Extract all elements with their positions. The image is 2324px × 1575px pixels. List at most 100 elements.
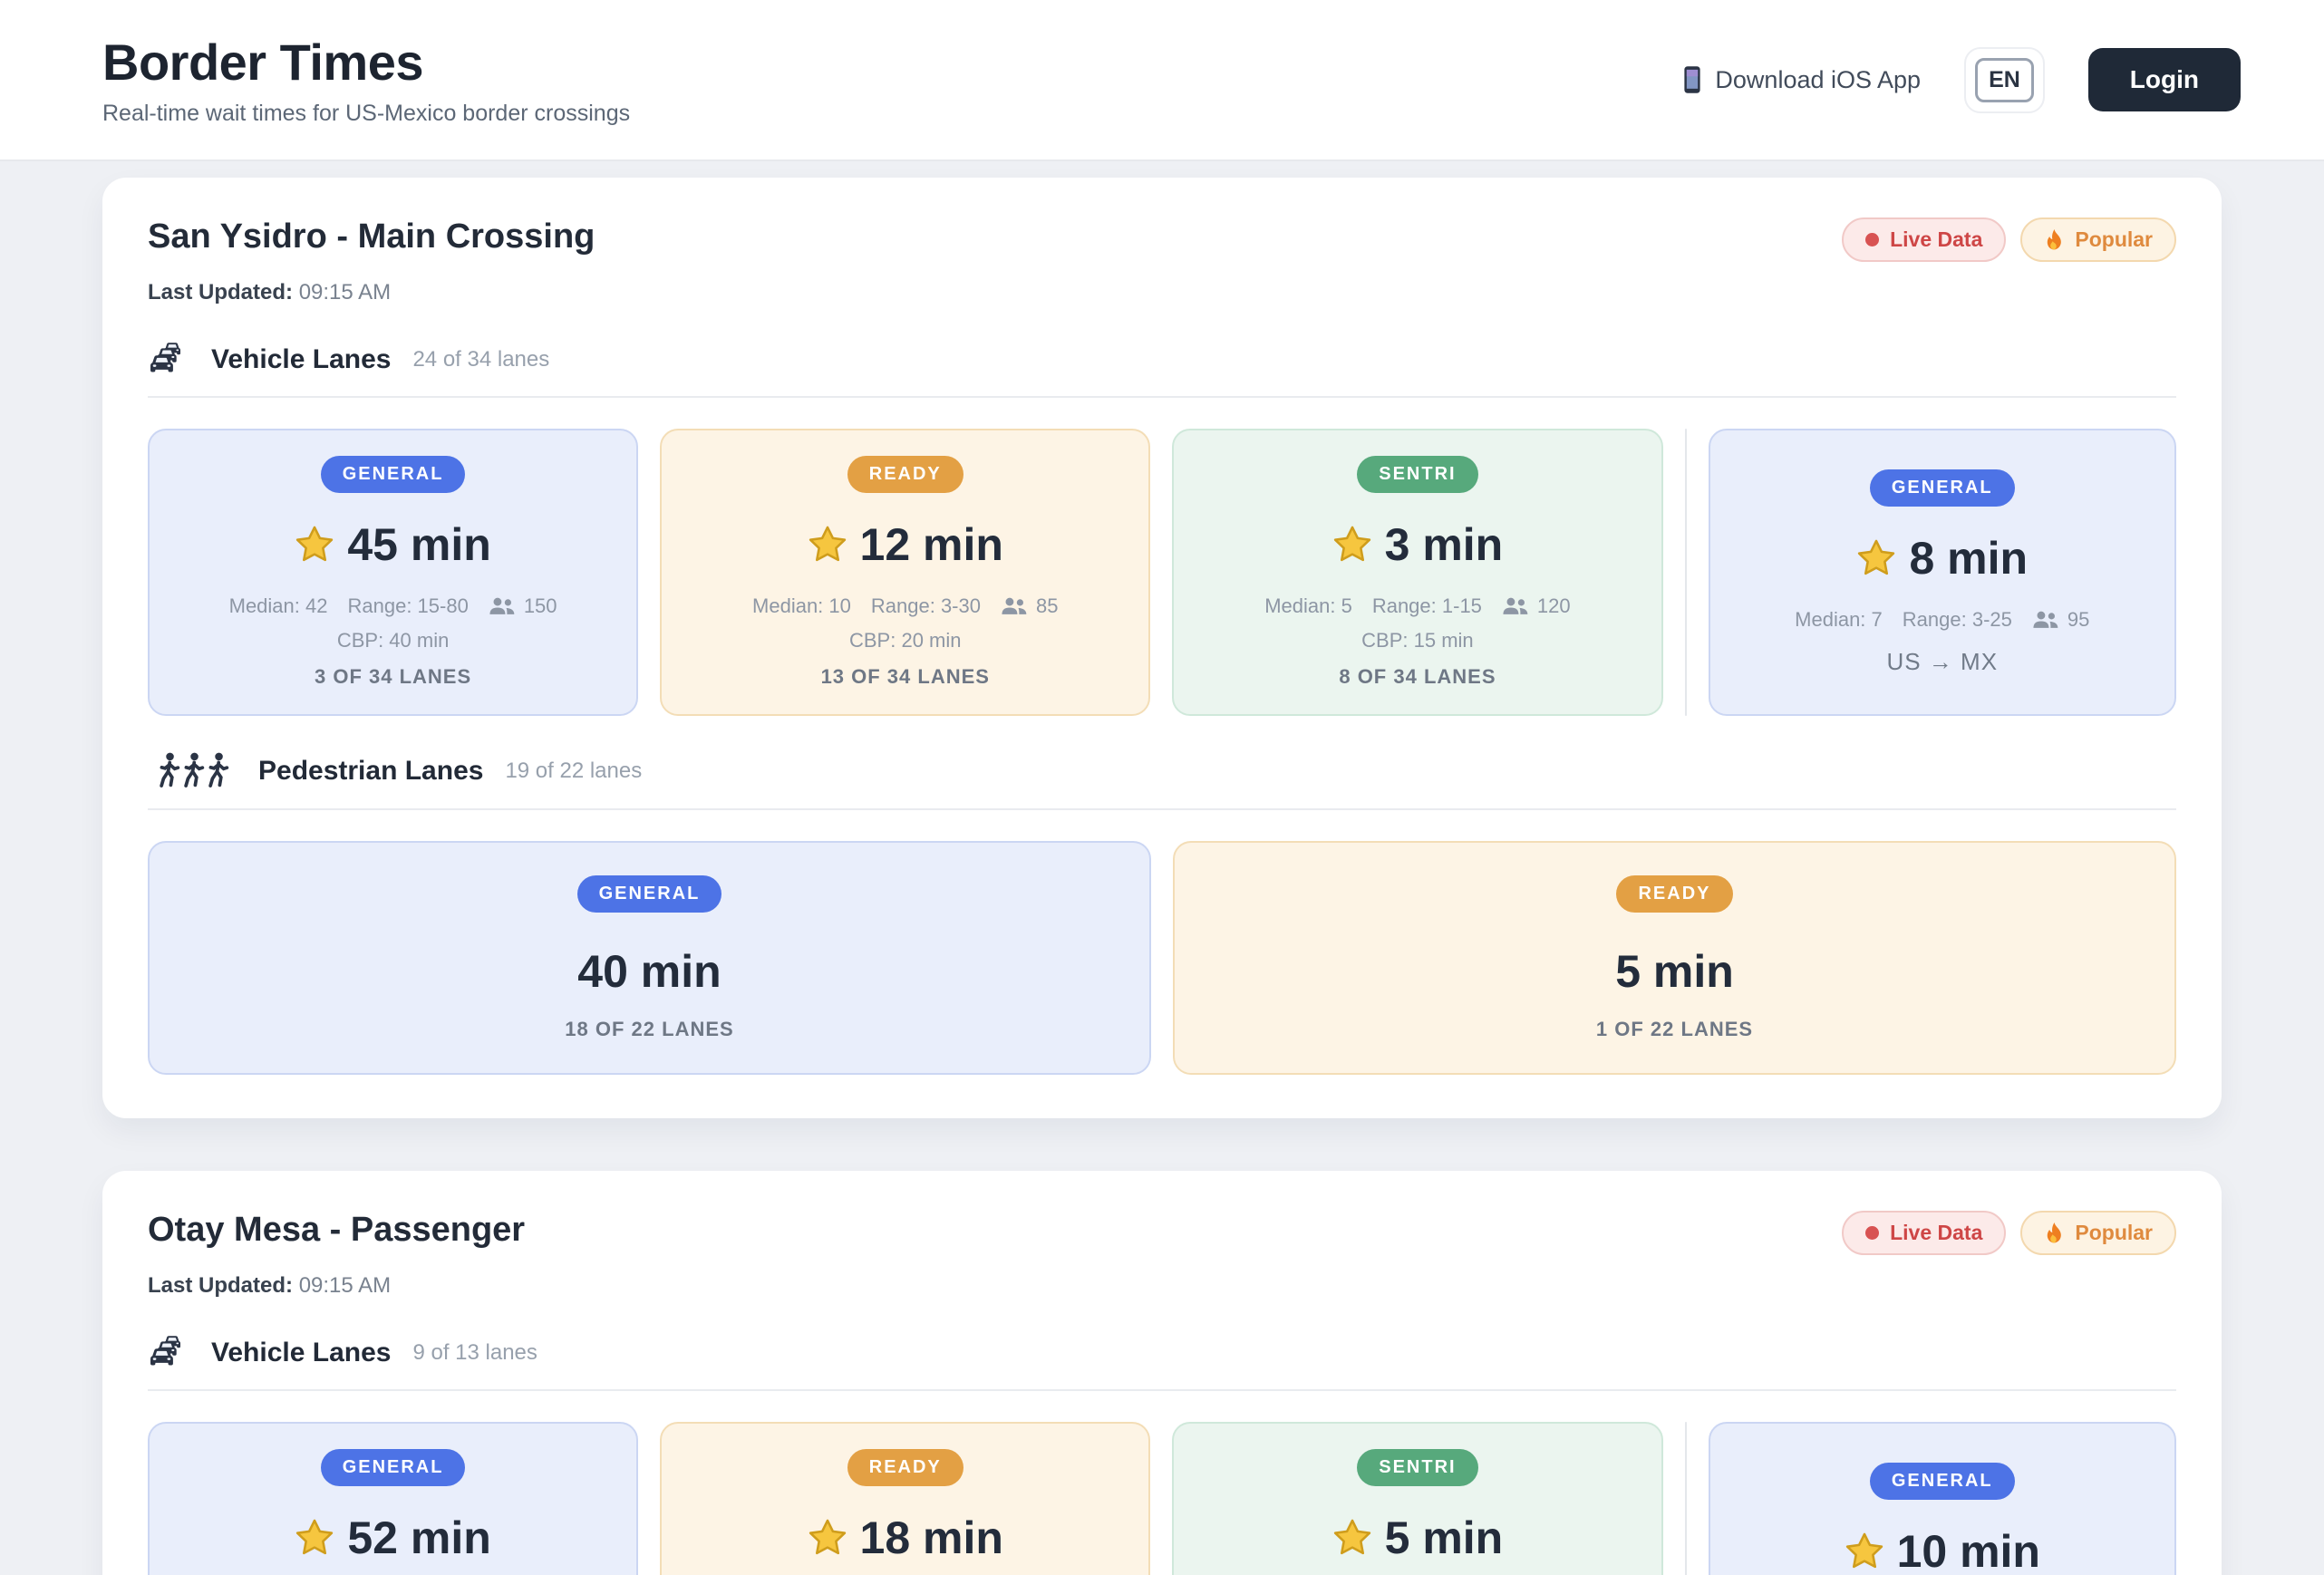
direction-divider	[1685, 429, 1687, 716]
popular-badge: Popular	[2020, 1211, 2176, 1255]
lane-type-badge: GENERAL	[577, 875, 722, 913]
wait-time: 52 min	[295, 1512, 490, 1564]
people-count-icon	[2032, 611, 2059, 629]
lane-type-badge: GENERAL	[1870, 1463, 2015, 1500]
median-stat: Median: 5	[1264, 594, 1352, 618]
pedestrian-lanes-section-header: Pedestrian Lanes 19 of 22 lanes	[148, 752, 2176, 790]
crossing-name: Otay Mesa - Passenger	[148, 1211, 525, 1250]
language-selector-button[interactable]: EN	[1964, 47, 2045, 113]
median-stat: Median: 42	[229, 594, 328, 618]
lane-card-ready: READY 18 min Median: 16 Range: 3-30 85 C…	[660, 1422, 1150, 1575]
direction-divider	[1685, 1422, 1687, 1575]
wait-time: 10 min	[1845, 1525, 2040, 1575]
section-title: Vehicle Lanes	[211, 344, 391, 375]
wait-time: 18 min	[808, 1512, 1003, 1564]
phone-icon	[1682, 65, 1702, 94]
lane-card-general: GENERAL 45 min Median: 42 Range: 15-80 1…	[148, 429, 638, 716]
cbp-time: CBP: 15 min	[1361, 629, 1474, 652]
crossing-header: Otay Mesa - Passenger Live Data Popular	[148, 1211, 2176, 1255]
people-count-icon	[1001, 597, 1028, 615]
popular-badge: Popular	[2020, 217, 2176, 262]
car-queue-icon	[148, 342, 195, 378]
last-updated: Last Updated: 09:15 AM	[148, 1273, 2176, 1299]
lane-card-general: GENERAL 52 min Median: 49 Range: 15-80 1…	[148, 1422, 638, 1575]
pedestrian-lane-row: GENERAL 40 min 18 OF 22 LANES READY 5 mi…	[148, 841, 2176, 1075]
wait-time: 12 min	[808, 518, 1003, 571]
lanes-open: 18 OF 22 LANES	[565, 1018, 733, 1041]
app-title: Border Times	[102, 33, 630, 92]
lane-stats: Median: 5 Range: 1-15 120	[1264, 594, 1570, 618]
crossings-list: San Ysidro - Main Crossing Live Data Pop…	[0, 161, 2324, 1575]
divider	[148, 396, 2176, 398]
lanes-open: 1 OF 22 LANES	[1596, 1018, 1753, 1041]
wait-time: 5 min	[1332, 1512, 1504, 1564]
lane-stats: Median: 42 Range: 15-80 150	[229, 594, 557, 618]
live-data-badge: Live Data	[1842, 217, 2006, 262]
range-stat: Range: 1-15	[1372, 594, 1482, 618]
star-icon	[1856, 538, 1896, 578]
star-icon	[808, 525, 847, 565]
lane-type-badge: READY	[847, 1449, 963, 1486]
car-queue-icon	[148, 1335, 195, 1371]
lane-type-badge: GENERAL	[321, 456, 466, 493]
crossing-card-san-ysidro: San Ysidro - Main Crossing Live Data Pop…	[102, 178, 2222, 1118]
wait-time: 3 min	[1332, 518, 1504, 571]
language-code: EN	[1975, 58, 2034, 102]
lane-type-badge: SENTRI	[1357, 1449, 1477, 1486]
lanes-open: 3 OF 34 LANES	[315, 665, 471, 689]
vehicle-lanes-section-header: Vehicle Lanes 9 of 13 lanes	[148, 1335, 2176, 1371]
section-lane-count: 9 of 13 lanes	[412, 1340, 537, 1366]
people-count-icon	[1502, 597, 1529, 615]
crossing-name: San Ysidro - Main Crossing	[148, 217, 595, 256]
wait-time: 40 min	[577, 945, 721, 998]
cbp-time: CBP: 40 min	[337, 629, 450, 652]
wait-time: 45 min	[295, 518, 490, 571]
download-ios-label: Download iOS App	[1715, 66, 1921, 94]
login-button[interactable]: Login	[2088, 48, 2241, 111]
crossing-direction: US → MX	[1886, 648, 1998, 676]
star-icon	[295, 1518, 334, 1558]
star-icon	[1845, 1532, 1884, 1571]
wait-time: 8 min	[1856, 532, 2028, 585]
lane-card-southbound: GENERAL 10 min Median: 9 Range: 3-25 95 …	[1709, 1422, 2177, 1575]
section-lane-count: 24 of 34 lanes	[412, 347, 549, 372]
lanes-open: 8 OF 34 LANES	[1339, 665, 1496, 689]
red-dot-icon	[1865, 1226, 1879, 1240]
brand: Border Times Real-time wait times for US…	[102, 33, 630, 127]
lane-card-southbound: GENERAL 8 min Median: 7 Range: 3-25 95 U…	[1709, 429, 2177, 716]
lane-type-badge: READY	[847, 456, 963, 493]
pedestrians-icon	[148, 752, 242, 790]
range-stat: Range: 3-30	[871, 594, 981, 618]
vehicle-lanes-section-header: Vehicle Lanes 24 of 34 lanes	[148, 342, 2176, 378]
status-badges: Live Data Popular	[1842, 217, 2176, 262]
live-data-badge: Live Data	[1842, 1211, 2006, 1255]
flame-icon	[2044, 228, 2064, 252]
lane-type-badge: GENERAL	[1870, 469, 2015, 507]
vehicle-lane-row: GENERAL 52 min Median: 49 Range: 15-80 1…	[148, 1422, 2176, 1575]
cbp-time: CBP: 20 min	[849, 629, 962, 652]
divider	[148, 808, 2176, 810]
people-count: 85	[1001, 594, 1058, 618]
lanes-open: 13 OF 34 LANES	[821, 665, 990, 689]
lane-type-badge: SENTRI	[1357, 456, 1477, 493]
wait-time: 5 min	[1615, 945, 1734, 998]
people-count: 95	[2032, 608, 2089, 632]
people-count-icon	[489, 597, 516, 615]
crossing-header: San Ysidro - Main Crossing Live Data Pop…	[148, 217, 2176, 262]
star-icon	[1332, 1518, 1372, 1558]
star-icon	[808, 1518, 847, 1558]
range-stat: Range: 15-80	[347, 594, 468, 618]
lane-card-sentri: SENTRI 5 min Median: 7 Range: 1-15 120 C…	[1172, 1422, 1662, 1575]
top-bar: Border Times Real-time wait times for US…	[0, 0, 2324, 161]
status-badges: Live Data Popular	[1842, 1211, 2176, 1255]
lane-stats: Median: 7 Range: 3-25 95	[1795, 608, 2089, 632]
red-dot-icon	[1865, 233, 1879, 246]
lane-stats: Median: 10 Range: 3-30 85	[752, 594, 1058, 618]
divider	[148, 1389, 2176, 1391]
section-lane-count: 19 of 22 lanes	[505, 759, 642, 784]
flame-icon	[2044, 1222, 2064, 1245]
lane-card-ready: READY 5 min 1 OF 22 LANES	[1173, 841, 2176, 1075]
star-icon	[1332, 525, 1372, 565]
download-ios-button[interactable]: Download iOS App	[1682, 65, 1921, 94]
lane-card-ready: READY 12 min Median: 10 Range: 3-30 85 C…	[660, 429, 1150, 716]
